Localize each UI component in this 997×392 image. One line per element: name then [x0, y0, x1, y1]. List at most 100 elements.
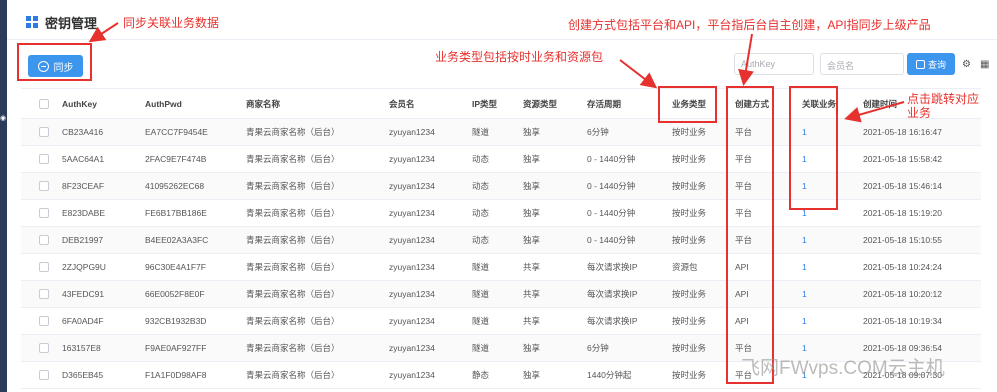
cell-business-type: 资源包	[672, 262, 698, 272]
cell-resource-type: 独享	[523, 235, 541, 245]
annotation-box-linked-business	[789, 86, 838, 210]
cell-member-name: zyuyan1234	[389, 289, 435, 299]
cell-ip-type: 动态	[472, 181, 490, 191]
cell-authkey: D365EB45	[62, 370, 104, 380]
cell-business-type: 按时业务	[672, 208, 707, 218]
row-checkbox-cell	[39, 119, 49, 145]
cell-authkey: CB23A416	[62, 127, 104, 137]
row-checkbox[interactable]	[39, 154, 49, 164]
cell-resource-type: 共享	[523, 262, 541, 272]
watermark: 飞网FWvps.COM云主机	[741, 358, 945, 379]
cell-business-type: 按时业务	[672, 235, 707, 245]
cell-linked-business[interactable]: 1	[802, 227, 807, 253]
toolbar: 同步 AuthKey 会员名 查询 ⚙ ▦	[7, 40, 997, 88]
row-checkbox[interactable]	[39, 235, 49, 245]
annotation-biztype-note: 业务类型包括按时业务和资源包	[435, 50, 604, 64]
row-checkbox[interactable]	[39, 181, 49, 191]
cell-authpwd: 2FAC9E7F474B	[145, 154, 207, 164]
keys-table: AuthKey AuthPwd 商家名称 会员名 IP类型 资源类型 存活周期 业务类型 创建方…	[7, 88, 997, 392]
grid-icon	[26, 16, 38, 28]
row-checkbox-cell	[39, 227, 49, 253]
cell-authpwd: F9AE0AF927FF	[145, 343, 207, 353]
member-name-input[interactable]: 会员名	[820, 53, 904, 75]
table-row: 6FA0AD4F 932CB1932B3D 青果云商家名称（后台） zyuyan123…	[21, 308, 981, 335]
cell-authpwd: F1A1F0D98AF8	[145, 370, 207, 380]
column-header-created-time: 创建时间	[863, 98, 898, 109]
cell-authkey: E823DABE	[62, 208, 105, 218]
cell-created-time: 2021-05-18 16:16:47	[863, 127, 942, 137]
row-checkbox[interactable]	[39, 370, 49, 380]
sidebar-expand-icon[interactable]: ◉	[0, 115, 6, 123]
column-header-authkey: AuthKey	[62, 98, 97, 109]
column-header-resource-type: 资源类型	[523, 98, 558, 109]
cell-linked-business[interactable]: 1	[802, 281, 807, 307]
cell-business-type: 按时业务	[672, 289, 707, 299]
cell-member-name: zyuyan1234	[389, 370, 435, 380]
cell-authpwd: 66E0052F8E0F	[145, 289, 205, 299]
cell-authpwd: 96C30E4A1F7F	[145, 262, 206, 272]
cell-lifetime: 0 - 1440分钟	[587, 235, 636, 245]
cell-merchant-name: 青果云商家名称（后台）	[246, 316, 340, 326]
cell-lifetime: 每次请求换IP	[587, 262, 638, 272]
cell-lifetime: 每次请求换IP	[587, 289, 638, 299]
cell-authkey: 163157E8	[62, 343, 101, 353]
cell-authpwd: EA7CC7F9454E	[145, 127, 208, 137]
cell-member-name: zyuyan1234	[389, 181, 435, 191]
cell-created-time: 2021-05-18 15:19:20	[863, 208, 942, 218]
cell-merchant-name: 青果云商家名称（后台）	[246, 235, 340, 245]
cell-resource-type: 独享	[523, 154, 541, 164]
row-checkbox[interactable]	[39, 343, 49, 353]
cell-created-time: 2021-05-18 10:19:34	[863, 316, 942, 326]
query-button[interactable]: 查询	[907, 53, 955, 75]
cell-merchant-name: 青果云商家名称（后台）	[246, 370, 340, 380]
cell-member-name: zyuyan1234	[389, 208, 435, 218]
cell-ip-type: 隧道	[472, 316, 490, 326]
cell-lifetime: 0 - 1440分钟	[587, 208, 636, 218]
cell-authpwd: 41095262EC68	[145, 181, 205, 191]
cell-created-time: 2021-05-18 15:58:42	[863, 154, 942, 164]
column-header-lifetime: 存活周期	[587, 98, 622, 109]
select-all-checkbox[interactable]	[39, 98, 49, 109]
cell-authkey: 8F23CEAF	[62, 181, 105, 191]
cell-member-name: zyuyan1234	[389, 235, 435, 245]
cell-ip-type: 隧道	[472, 262, 490, 272]
cell-business-type: 按时业务	[672, 181, 707, 191]
cell-ip-type: 隧道	[472, 343, 490, 353]
cell-linked-business[interactable]: 1	[802, 308, 807, 334]
layout-icon[interactable]: ▦	[980, 59, 989, 70]
cell-linked-business[interactable]: 1	[802, 254, 807, 280]
query-button-label: 查询	[927, 59, 946, 70]
cell-authkey: 43FEDC91	[62, 289, 105, 299]
cell-resource-type: 独享	[523, 370, 541, 380]
row-checkbox[interactable]	[39, 262, 49, 272]
row-checkbox-cell	[39, 173, 49, 199]
table-row: DEB21997 B4EE02A3A3FC 青果云商家名称（后台） zyuyan123…	[21, 227, 981, 254]
cell-created-time: 2021-05-18 10:20:12	[863, 289, 942, 299]
cell-resource-type: 独享	[523, 343, 541, 353]
cell-ip-type: 隧道	[472, 289, 490, 299]
cell-created-time: 2021-05-18 15:46:14	[863, 181, 942, 191]
row-checkbox[interactable]	[39, 316, 49, 326]
cell-lifetime: 6分钟	[587, 343, 609, 353]
annotation-box-create-method	[726, 86, 774, 384]
row-checkbox[interactable]	[39, 289, 49, 299]
cell-resource-type: 独享	[523, 181, 541, 191]
column-header-member-name: 会员名	[389, 98, 415, 109]
table-row: 43FEDC91 66E0052F8E0F 青果云商家名称（后台） zyuyan123…	[21, 281, 981, 308]
row-checkbox[interactable]	[39, 208, 49, 218]
cell-ip-type: 动态	[472, 154, 490, 164]
cell-business-type: 按时业务	[672, 154, 707, 164]
row-checkbox[interactable]	[39, 127, 49, 137]
cell-authkey: DEB21997	[62, 235, 104, 245]
cell-ip-type: 动态	[472, 235, 490, 245]
cell-merchant-name: 青果云商家名称（后台）	[246, 289, 340, 299]
row-checkbox-cell	[39, 200, 49, 226]
authkey-input[interactable]: AuthKey	[734, 53, 814, 75]
column-settings-icon[interactable]: ⚙	[962, 59, 971, 70]
cell-resource-type: 独享	[523, 208, 541, 218]
cell-resource-type: 共享	[523, 289, 541, 299]
sidebar-strip	[0, 0, 7, 392]
cell-member-name: zyuyan1234	[389, 262, 435, 272]
header-checkbox-cell	[39, 89, 49, 118]
cell-authpwd: 932CB1932B3D	[145, 316, 207, 326]
